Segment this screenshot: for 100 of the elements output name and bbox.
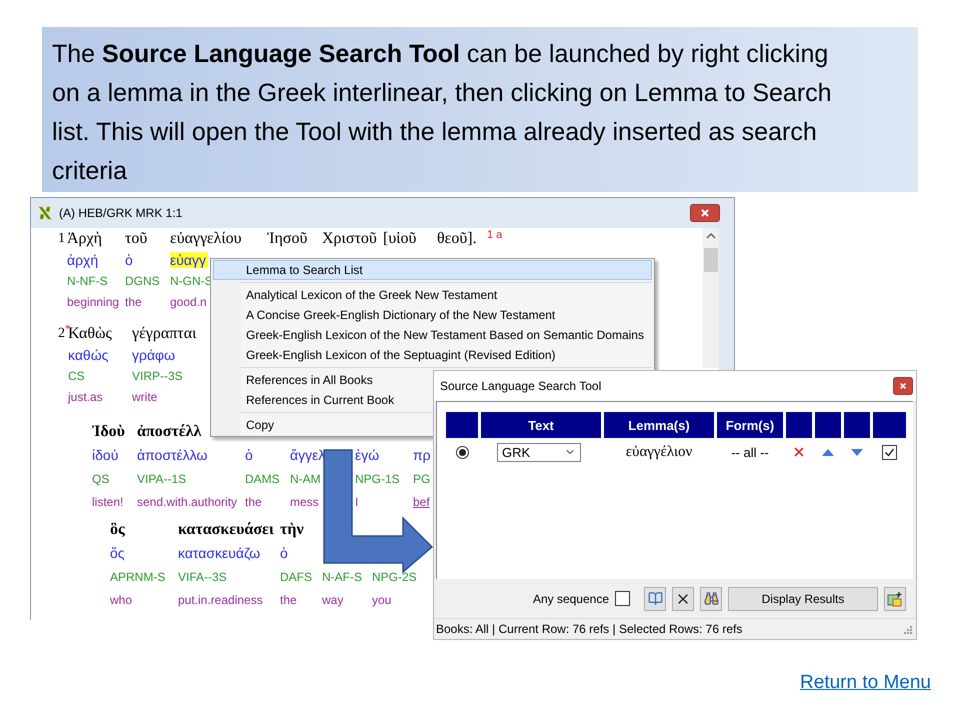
gloss-text: the (125, 294, 142, 308)
parsing-code: N-NF-S (67, 274, 108, 288)
gloss-text: listen! (92, 495, 124, 510)
lemma-text[interactable]: κατασκευάζω (178, 545, 260, 562)
return-link[interactable]: Return to Menu (800, 672, 931, 694)
any-sequence-checkbox[interactable] (615, 591, 630, 606)
greek-word: κατασκευάσει (178, 520, 274, 539)
move-down-icon[interactable] (851, 448, 863, 456)
greek-word: θεοῦ]. (437, 230, 477, 248)
row-radio[interactable] (456, 446, 468, 458)
lemma-text[interactable]: ἰδού (92, 447, 118, 464)
close-icon (700, 208, 710, 218)
greek-word: Ἰδοὺ (92, 422, 125, 441)
parsing-code: N-AM (290, 472, 321, 486)
menu-item[interactable]: References in All Books (213, 370, 380, 390)
gloss-text: way (322, 593, 344, 608)
greek-word: Ἀρχὴ (67, 230, 102, 248)
greek-word: [υἱοῦ (383, 230, 416, 248)
parsing-code: VIFA--3S (178, 570, 227, 584)
any-sequence-label: Any sequence (532, 592, 609, 606)
parsing-code: DGNS (125, 274, 160, 288)
lemma-text[interactable]: εὐαγγ (170, 252, 208, 268)
greek-word: Ἰησοῦ (267, 230, 308, 248)
column-header: Lemma(s) (604, 412, 714, 438)
book-icon (648, 591, 662, 606)
gloss-text: who (110, 593, 132, 608)
binoculars-button[interactable] (700, 586, 722, 610)
menu-item[interactable]: A Concise Greek-English Dictionary of the New Testament (213, 305, 562, 325)
footnote-marker[interactable]: 1 a (487, 228, 502, 242)
gloss-text: send.with.authority (137, 495, 238, 510)
app-icon (37, 205, 53, 221)
scrollbar[interactable] (703, 228, 719, 368)
gloss-text: good.n (170, 294, 207, 308)
column-header: Form(s) (717, 412, 783, 438)
parsing-code: PG (413, 472, 430, 486)
parsing-code: NPG-1S (355, 472, 400, 486)
lemma-text[interactable]: ἀρχή (67, 252, 98, 268)
gloss-text: mess (290, 495, 319, 510)
window-title: (A) HEB/GRK MRK 1:1 (59, 206, 184, 220)
lemma-text[interactable]: καθώς (68, 346, 108, 362)
greek-word: τοῦ (125, 230, 148, 248)
parsing-code: DAMS (245, 472, 280, 486)
column-header (844, 412, 870, 438)
parsing-code: APRNM-S (110, 570, 166, 584)
menu-item[interactable]: Greek-English Lexicon of the New Testament Based on Semantic Domains (213, 325, 651, 345)
lemma-text[interactable]: ὁ (245, 447, 253, 464)
gloss-text: you (372, 593, 392, 608)
column-header (786, 412, 812, 438)
menu-item[interactable]: Copy (213, 415, 282, 435)
parsing-code: CS (68, 368, 85, 382)
caption-text: The Source Language Search Tool can be launched by right clicking on a lemma in the Greek interlinear, then clicking on Lemma to Search list. This will open the Tool with the lemma already inserted as search criteria (42, 27, 918, 192)
lemma-text[interactable]: ὁ (280, 545, 288, 562)
note-marker: * (65, 323, 70, 335)
greek-word: ἀποστέλλ (137, 422, 202, 441)
add-table-icon (887, 590, 903, 606)
move-up-icon[interactable] (822, 448, 834, 456)
column-header: Text (481, 412, 601, 438)
greek-word: ὃς (110, 520, 125, 539)
display-results-button[interactable]: Display Results (728, 586, 878, 610)
gloss-text: I (355, 495, 358, 510)
menu-item[interactable]: References in Current Book (213, 390, 402, 410)
scrollbar-thumb[interactable] (704, 248, 718, 272)
gloss-text: just.as (68, 390, 103, 404)
parsing-code: VIRP--3S (132, 368, 183, 382)
lemma-text[interactable]: ὁ (125, 252, 133, 268)
lemma-text[interactable]: ὅς (110, 545, 125, 562)
lemma-text[interactable]: ἄγγελ (290, 447, 326, 464)
clear-button[interactable] (672, 586, 694, 610)
gloss-text: the (245, 495, 262, 510)
resize-grip-icon[interactable] (902, 624, 912, 634)
parsing-code: QS (92, 472, 110, 486)
add-table-button[interactable] (884, 586, 906, 610)
parsing-code: NPG-2S (372, 570, 417, 584)
parsing-code: VIPA--1S (137, 472, 186, 486)
gloss-link[interactable]: bef (413, 495, 430, 510)
row-checkbox[interactable] (882, 444, 897, 460)
lemma-text[interactable]: ἀποστέλλω (137, 447, 208, 464)
gloss-text: the (280, 593, 297, 608)
book-button[interactable] (644, 586, 666, 610)
gloss-text: put.in.readiness (178, 593, 263, 608)
text-select[interactable]: GRK (497, 442, 581, 462)
column-header (873, 412, 906, 438)
greek-word: Χριστοῦ (322, 230, 377, 248)
column-header (446, 412, 478, 438)
menu-item[interactable]: Lemma to Search List (213, 260, 652, 280)
menu-item[interactable]: Analytical Lexicon of the Greek New Testament (213, 285, 504, 305)
greek-word: γέγραπται (132, 324, 196, 342)
close-button[interactable] (690, 204, 720, 222)
close-button[interactable] (893, 377, 913, 395)
check-icon (884, 446, 895, 458)
delete-icon[interactable] (792, 445, 806, 459)
verse-number: 1 (58, 231, 65, 246)
lemma-text[interactable]: γράφω (132, 346, 176, 362)
parsing-code: N-AF-S (322, 570, 362, 584)
menu-item[interactable]: Greek-English Lexicon of the Septuagint (Revised Edition) (213, 345, 563, 365)
lemma-text[interactable]: πρ (413, 447, 431, 464)
binoculars-icon (704, 591, 718, 606)
parsing-code: DAFS (280, 570, 312, 584)
lemma-text[interactable]: ἐγώ (355, 447, 380, 464)
greek-word: Καθὼς (68, 324, 112, 342)
